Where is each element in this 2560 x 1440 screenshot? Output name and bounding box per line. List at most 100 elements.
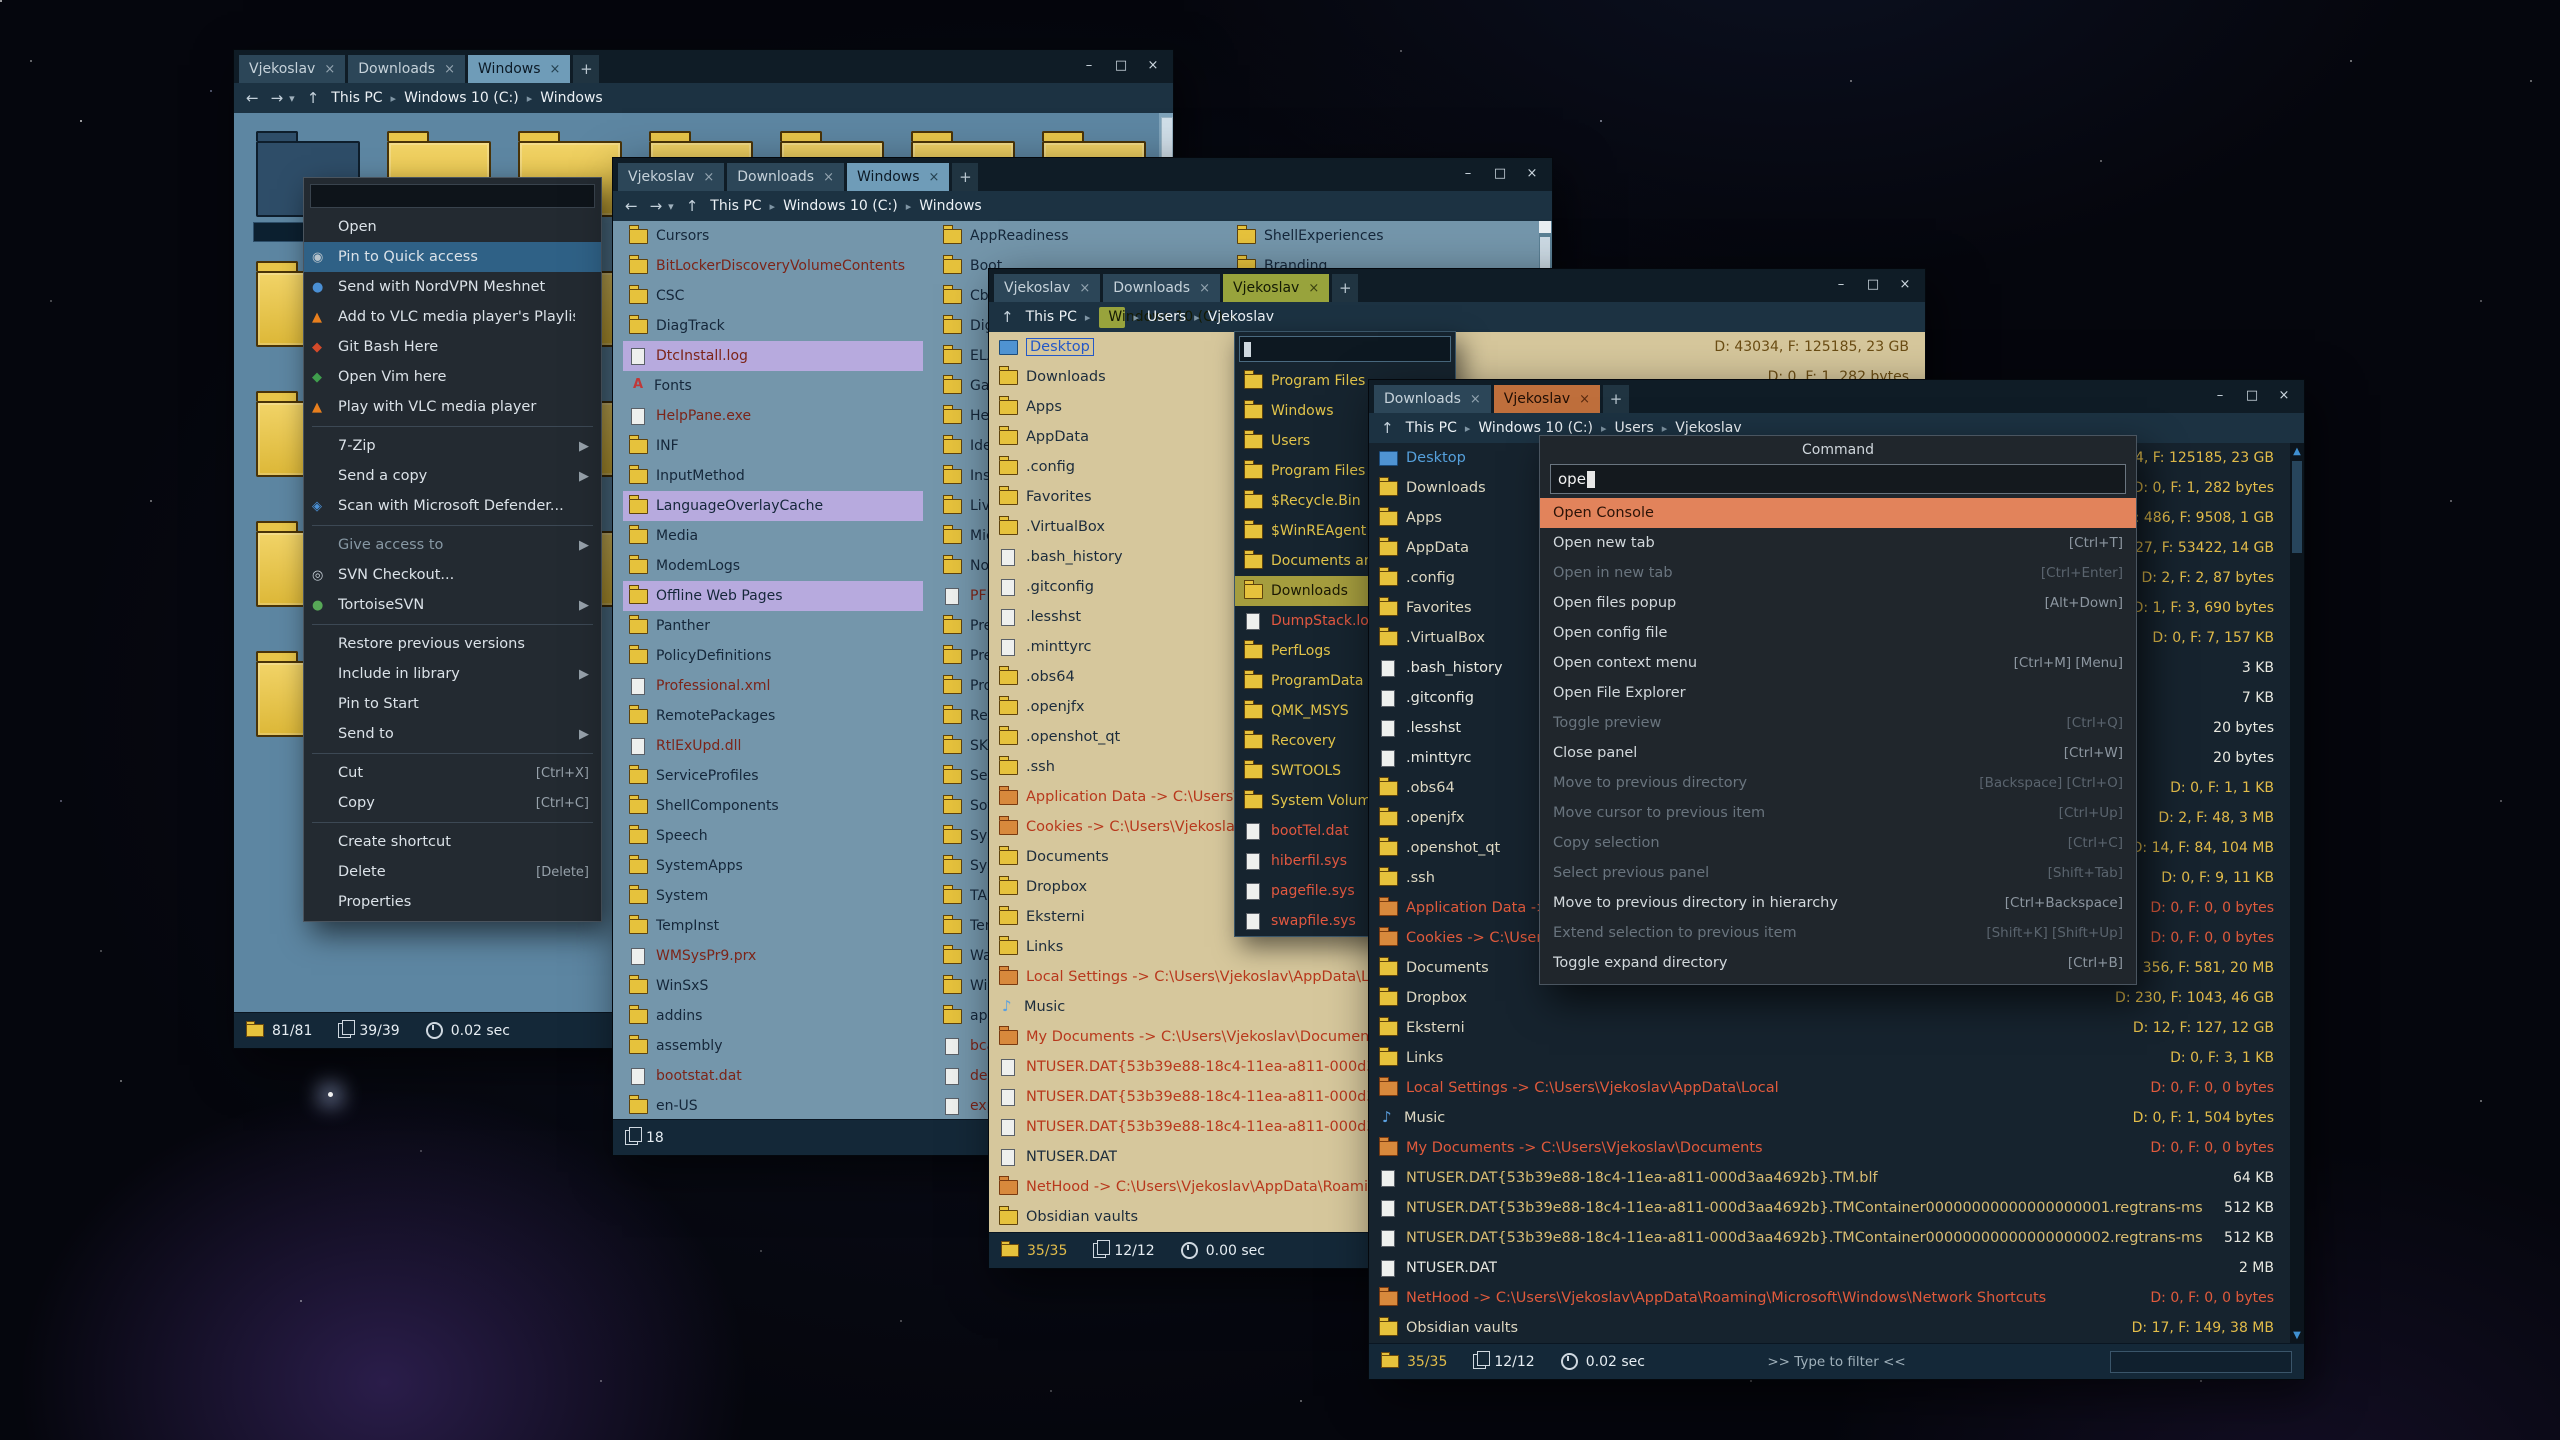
minimize-button[interactable]: –: [1454, 161, 1482, 185]
new-tab-button[interactable]: +: [952, 163, 978, 191]
file-row[interactable]: addins: [623, 1001, 923, 1031]
file-row[interactable]: Professional.xml: [623, 671, 923, 701]
context-menu-item[interactable]: Properties: [304, 887, 601, 917]
breadcrumb-item[interactable]: Windows: [919, 198, 982, 214]
up-button[interactable]: ↑: [686, 197, 699, 215]
context-menu-item[interactable]: [304, 620, 601, 629]
back-button[interactable]: ←: [625, 197, 638, 215]
context-menu-item[interactable]: [304, 422, 601, 431]
tab-close-icon[interactable]: ×: [1470, 392, 1481, 407]
tab-close-icon[interactable]: ×: [823, 170, 834, 185]
close-button[interactable]: ×: [2270, 383, 2298, 407]
tab-close-icon[interactable]: ×: [1579, 392, 1590, 407]
file-row[interactable]: Music D: 0, F: 1, 504 bytes: [1369, 1103, 2290, 1133]
file-row[interactable]: TempInst: [623, 911, 923, 941]
tab-close-icon[interactable]: ×: [444, 62, 455, 77]
new-tab-button[interactable]: +: [1332, 274, 1358, 302]
up-button[interactable]: ↑: [1001, 308, 1014, 326]
file-row[interactable]: InputMethod: [623, 461, 923, 491]
context-menu-item[interactable]: 7-Zip ▶: [304, 431, 601, 461]
file-row[interactable]: ModemLogs: [623, 551, 923, 581]
breadcrumb-item[interactable]: Windows 10 (C:): [1099, 307, 1125, 328]
command-item[interactable]: Close panel [Ctrl+W]: [1540, 738, 2136, 768]
scrollbar[interactable]: ▲ ▼: [2290, 443, 2304, 1343]
breadcrumb-item[interactable]: Users: [1615, 420, 1654, 436]
file-row[interactable]: NTUSER.DAT{53b39e88-18c4-11ea-a811-000d3…: [1369, 1193, 2290, 1223]
file-row[interactable]: Panther: [623, 611, 923, 641]
window-tab[interactable]: Downloads ×: [1374, 385, 1491, 413]
window-tab[interactable]: Downloads ×: [348, 55, 465, 83]
file-row[interactable]: WinSxS: [623, 971, 923, 1001]
file-row[interactable]: Cursors: [623, 221, 923, 251]
file-row[interactable]: Local Settings -> C:\Users\Vjekoslav\App…: [1369, 1073, 2290, 1103]
file-row[interactable]: Speech: [623, 821, 923, 851]
up-button[interactable]: ↑: [307, 89, 320, 107]
minimize-button[interactable]: –: [2206, 383, 2234, 407]
command-item[interactable]: Open files popup [Alt+Down]: [1540, 588, 2136, 618]
close-button[interactable]: ×: [1139, 53, 1167, 77]
tab-close-icon[interactable]: ×: [324, 62, 335, 77]
context-menu-item[interactable]: Delete [Delete]: [304, 857, 601, 887]
file-row[interactable]: Links D: 0, F: 3, 1 KB: [1369, 1043, 2290, 1073]
tab-close-icon[interactable]: ×: [929, 170, 940, 185]
command-item[interactable]: Move to previous directory [Backspace] […: [1540, 768, 2136, 798]
window-tab[interactable]: Vjekoslav ×: [994, 274, 1100, 302]
titlebar[interactable]: Downloads × Vjekoslav × + – □ ×: [1369, 380, 2304, 413]
command-item[interactable]: Toggle expand directory [Ctrl+B]: [1540, 948, 2136, 978]
window-tab[interactable]: Vjekoslav ×: [1494, 385, 1600, 413]
up-button[interactable]: ↑: [1381, 419, 1394, 437]
file-row[interactable]: BitLockerDiscoveryVolumeContents: [623, 251, 923, 281]
context-menu-item[interactable]: Scan with Microsoft Defender...: [304, 491, 601, 521]
maximize-button[interactable]: □: [1486, 161, 1514, 185]
context-menu-item[interactable]: Pin to Start: [304, 689, 601, 719]
breadcrumb-item[interactable]: Windows 10 (C:): [404, 90, 519, 106]
window-tab[interactable]: Downloads ×: [727, 163, 844, 191]
context-menu-item[interactable]: SVN Checkout...: [304, 560, 601, 590]
file-row[interactable]: System: [623, 881, 923, 911]
window-tab[interactable]: Windows ×: [847, 163, 949, 191]
file-row[interactable]: en-US: [623, 1091, 923, 1119]
maximize-button[interactable]: □: [1859, 272, 1887, 296]
command-item[interactable]: Move to previous directory in hierarchy …: [1540, 888, 2136, 918]
breadcrumb-item[interactable]: Windows 10 (C:): [783, 198, 898, 214]
context-menu-item[interactable]: Copy [Ctrl+C]: [304, 788, 601, 818]
context-menu-item[interactable]: [304, 521, 601, 530]
file-row[interactable]: LanguageOverlayCache: [623, 491, 923, 521]
forward-button[interactable]: →: [650, 197, 663, 215]
command-item[interactable]: Open context menu [Ctrl+M] [Menu]: [1540, 648, 2136, 678]
file-row[interactable]: CSC: [623, 281, 923, 311]
command-item[interactable]: Move cursor to previous item [Ctrl+Up]: [1540, 798, 2136, 828]
new-tab-button[interactable]: +: [573, 55, 599, 83]
file-row[interactable]: HelpPane.exe: [623, 401, 923, 431]
close-button[interactable]: ×: [1891, 272, 1919, 296]
file-row[interactable]: NTUSER.DAT{53b39e88-18c4-11ea-a811-000d3…: [1369, 1163, 2290, 1193]
breadcrumb-item[interactable]: This PC: [710, 198, 761, 214]
breadcrumb-item[interactable]: Users: [1147, 309, 1186, 325]
context-menu-item[interactable]: Cut [Ctrl+X]: [304, 758, 601, 788]
file-row[interactable]: bootstat.dat: [623, 1061, 923, 1091]
maximize-button[interactable]: □: [1107, 53, 1135, 77]
context-menu-item[interactable]: Send to ▶: [304, 719, 601, 749]
command-item[interactable]: Open Console: [1540, 498, 2136, 528]
file-row[interactable]: INF: [623, 431, 923, 461]
command-item[interactable]: Copy selection [Ctrl+C]: [1540, 828, 2136, 858]
file-row[interactable]: WMSysPr9.prx: [623, 941, 923, 971]
file-row[interactable]: Fonts: [623, 371, 923, 401]
command-item[interactable]: Select previous panel [Shift+Tab]: [1540, 858, 2136, 888]
file-row[interactable]: NTUSER.DAT 2 MB: [1369, 1253, 2290, 1283]
file-row[interactable]: ShellComponents: [623, 791, 923, 821]
context-menu-item[interactable]: Restore previous versions: [304, 629, 601, 659]
file-row[interactable]: Desktop D: 43034, F: 125185, 23 GB: [989, 332, 1925, 362]
maximize-button[interactable]: □: [2238, 383, 2266, 407]
history-dropdown-icon[interactable]: ▾: [668, 200, 674, 213]
context-menu-item[interactable]: [304, 818, 601, 827]
window-tab[interactable]: Windows ×: [468, 55, 570, 83]
command-item[interactable]: Open config file: [1540, 618, 2136, 648]
context-menu-item[interactable]: Send with NordVPN Meshnet: [304, 272, 601, 302]
context-menu-item[interactable]: Add to VLC media player's Playlist: [304, 302, 601, 332]
file-row[interactable]: NTUSER.DAT{53b39e88-18c4-11ea-a811-000d3…: [1369, 1223, 2290, 1253]
context-menu-item[interactable]: Open Vim here: [304, 362, 601, 392]
window-tab[interactable]: Vjekoslav ×: [239, 55, 345, 83]
minimize-button[interactable]: –: [1827, 272, 1855, 296]
close-button[interactable]: ×: [1518, 161, 1546, 185]
